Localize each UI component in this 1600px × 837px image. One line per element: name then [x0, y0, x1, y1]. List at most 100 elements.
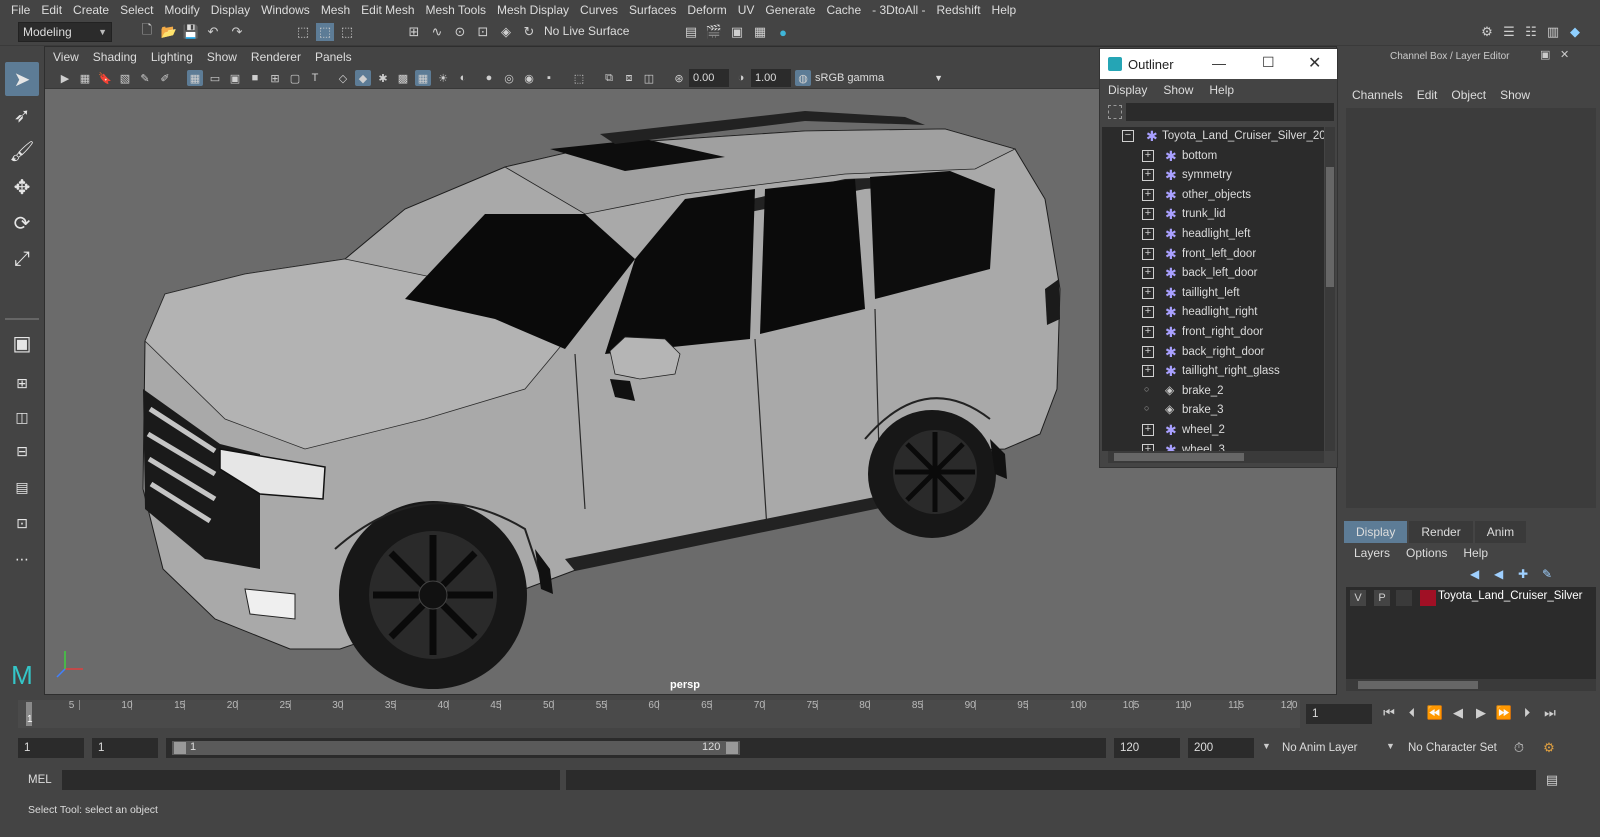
undo-icon[interactable]: ↶	[204, 23, 222, 41]
animation-prefs-icon[interactable]: ⚙	[1540, 739, 1558, 757]
outliner-item[interactable]: ○ ◈ brake_2	[1102, 382, 1324, 401]
outliner-item[interactable]: + ✱ front_right_door	[1102, 323, 1324, 342]
persp-graph-layout-icon[interactable]: ⊟	[5, 434, 39, 468]
grease-pencil-icon[interactable]: ✐	[157, 70, 173, 86]
render-settings-icon[interactable]: ▤	[682, 23, 700, 41]
menu-windows[interactable]: Windows	[258, 3, 318, 17]
outliner-item[interactable]: + ✱ taillight_left	[1102, 284, 1324, 303]
go-to-end-icon[interactable]: ⏭	[1541, 704, 1559, 722]
menu-modify[interactable]: Modify	[161, 3, 207, 17]
tab-anim[interactable]: Anim	[1474, 521, 1527, 543]
live-surface-field[interactable]: No Live Surface	[540, 22, 636, 42]
scene-end-field[interactable]: 200	[1188, 738, 1254, 758]
move-layer-up-icon[interactable]: ◀	[1470, 567, 1479, 581]
menu-create[interactable]: Create	[70, 3, 117, 17]
outliner-menu-help[interactable]: Help	[1209, 83, 1250, 97]
grid-icon[interactable]: ▦	[187, 70, 203, 86]
range-slider-track[interactable]: 1 120	[166, 738, 1106, 758]
menu-display[interactable]: Display	[208, 3, 258, 17]
expand-icon[interactable]: +	[1142, 228, 1154, 240]
character-set-dropdown[interactable]: No Character Set	[1408, 742, 1497, 754]
menu-help[interactable]: Help	[989, 3, 1025, 17]
persp-hypershade-layout-icon[interactable]: ⊡	[5, 506, 39, 540]
snap-grid-icon[interactable]: ⊞	[405, 23, 423, 41]
timeline-ruler[interactable]: 1 5 10 15 20 25 30 35 40 45 50 55 60 65 70 75 80 85 90 95 1…	[18, 700, 1300, 728]
play-backwards-icon[interactable]: ◀	[1449, 704, 1467, 722]
menu-select[interactable]: Select	[117, 3, 161, 17]
layer-menu-help[interactable]: Help	[1463, 546, 1504, 560]
two-d-pan-icon[interactable]: ✎	[137, 70, 153, 86]
expand-icon[interactable]: +	[1142, 247, 1154, 260]
layer-visibility-toggle[interactable]: V	[1350, 590, 1366, 606]
menu-cache[interactable]: Cache	[823, 3, 869, 17]
film-gate-icon[interactable]: ▭	[207, 70, 223, 86]
bookmark-icon[interactable]: 🔖	[97, 70, 113, 86]
layer-editor-toggle-icon[interactable]: ◆	[1566, 23, 1584, 41]
menu-uv[interactable]: UV	[735, 3, 763, 17]
textured-icon[interactable]: ▩	[395, 70, 411, 86]
expand-icon[interactable]: +	[1142, 188, 1154, 201]
expand-icon[interactable]: +	[1142, 424, 1154, 436]
viewport-menu-view[interactable]: View	[53, 50, 93, 64]
outliner-search-input[interactable]	[1126, 103, 1334, 121]
time-slider[interactable]: 1 5 10 15 20 25 30 35 40 45 50 55 60 65 70 75 80 85 90 95 1…	[0, 698, 1600, 730]
outliner-item[interactable]: + ✱ trunk_lid	[1102, 205, 1324, 224]
maximize-icon[interactable]: ☐	[1262, 54, 1275, 71]
go-to-start-icon[interactable]: ⏮	[1380, 704, 1398, 722]
wireframe-on-shaded-icon[interactable]: ✱	[375, 70, 391, 86]
menu-curves[interactable]: Curves	[577, 3, 626, 17]
resolution-gate-icon[interactable]: ▣	[227, 70, 243, 86]
play-forwards-icon[interactable]: ▶	[1472, 704, 1490, 722]
chevron-down-icon[interactable]: ▼	[1386, 741, 1395, 751]
gamma-icon[interactable]: ◑	[733, 70, 749, 86]
close-panel-icon[interactable]: ✕	[1560, 48, 1569, 61]
script-editor-icon[interactable]: ▤	[1543, 771, 1561, 789]
filter-icon[interactable]	[1108, 105, 1122, 119]
outliner-menu-show[interactable]: Show	[1163, 83, 1209, 97]
camera-attributes-icon[interactable]: ▦	[77, 70, 93, 86]
hypershade-layout-icon[interactable]: ▤	[5, 470, 39, 504]
menu-mesh-tools[interactable]: Mesh Tools	[423, 3, 494, 17]
gamma-field[interactable]: 1.00	[751, 69, 791, 87]
range-slider-handle[interactable]	[172, 741, 740, 755]
menu-deform[interactable]: Deform	[684, 3, 734, 17]
step-back-key-icon[interactable]: ⏪	[1426, 704, 1444, 722]
channel-box-menu-channels[interactable]: Channels	[1352, 88, 1417, 102]
screen-space-ao-icon[interactable]: ◐	[455, 70, 471, 86]
outliner-item[interactable]: + ✱ wheel_2	[1102, 421, 1324, 440]
scrollbar-thumb[interactable]	[1114, 453, 1244, 461]
image-plane-icon[interactable]: ▧	[117, 70, 133, 86]
outliner-item[interactable]: + ✱ back_left_door	[1102, 264, 1324, 283]
motion-blur-icon[interactable]: ⧉	[601, 70, 617, 86]
menu-mesh-display[interactable]: Mesh Display	[494, 3, 577, 17]
layer-menu-layers[interactable]: Layers	[1354, 546, 1406, 560]
menu-redshift[interactable]: Redshift	[934, 3, 989, 17]
layer-menu-options[interactable]: Options	[1406, 546, 1463, 560]
layer-color-swatch[interactable]	[1420, 590, 1436, 606]
channel-box-menu-show[interactable]: Show	[1500, 88, 1544, 102]
smooth-shade-icon[interactable]: ◆	[355, 70, 371, 86]
expand-icon[interactable]: +	[1142, 365, 1154, 378]
minimize-icon[interactable]: —	[1212, 55, 1226, 71]
layout-options-icon[interactable]: ⋯	[5, 542, 39, 576]
tool-settings-icon[interactable]: ☷	[1522, 23, 1540, 41]
snap-curve-icon[interactable]: ∿	[428, 23, 446, 41]
outliner-menu-display[interactable]: Display	[1108, 83, 1163, 97]
viewport-menu-lighting[interactable]: Lighting	[151, 50, 207, 64]
select-component-icon[interactable]: ⬚	[338, 23, 356, 41]
depth-of-field-icon[interactable]: ◫	[641, 70, 657, 86]
outliner-item[interactable]: + ✱ symmetry	[1102, 166, 1324, 185]
range-start-grip[interactable]	[174, 742, 186, 754]
multisample-icon[interactable]: ⧈	[621, 70, 637, 86]
channel-box-menu-object[interactable]: Object	[1451, 88, 1500, 102]
expand-icon[interactable]: +	[1142, 306, 1154, 319]
open-scene-icon[interactable]: 📂	[160, 23, 178, 41]
layer-name[interactable]: Toyota_Land_Cruiser_Silver	[1438, 590, 1598, 606]
layer-horizontal-scrollbar[interactable]	[1346, 679, 1596, 691]
expand-icon[interactable]: +	[1142, 326, 1154, 338]
gate-mask-icon[interactable]: ■	[247, 70, 263, 86]
four-view-layout-icon[interactable]: ⊞	[5, 366, 39, 400]
snap-point-icon[interactable]: ⊙	[451, 23, 469, 41]
outliner-item[interactable]: + ✱ headlight_left	[1102, 225, 1324, 244]
expand-icon[interactable]: +	[1142, 267, 1154, 280]
